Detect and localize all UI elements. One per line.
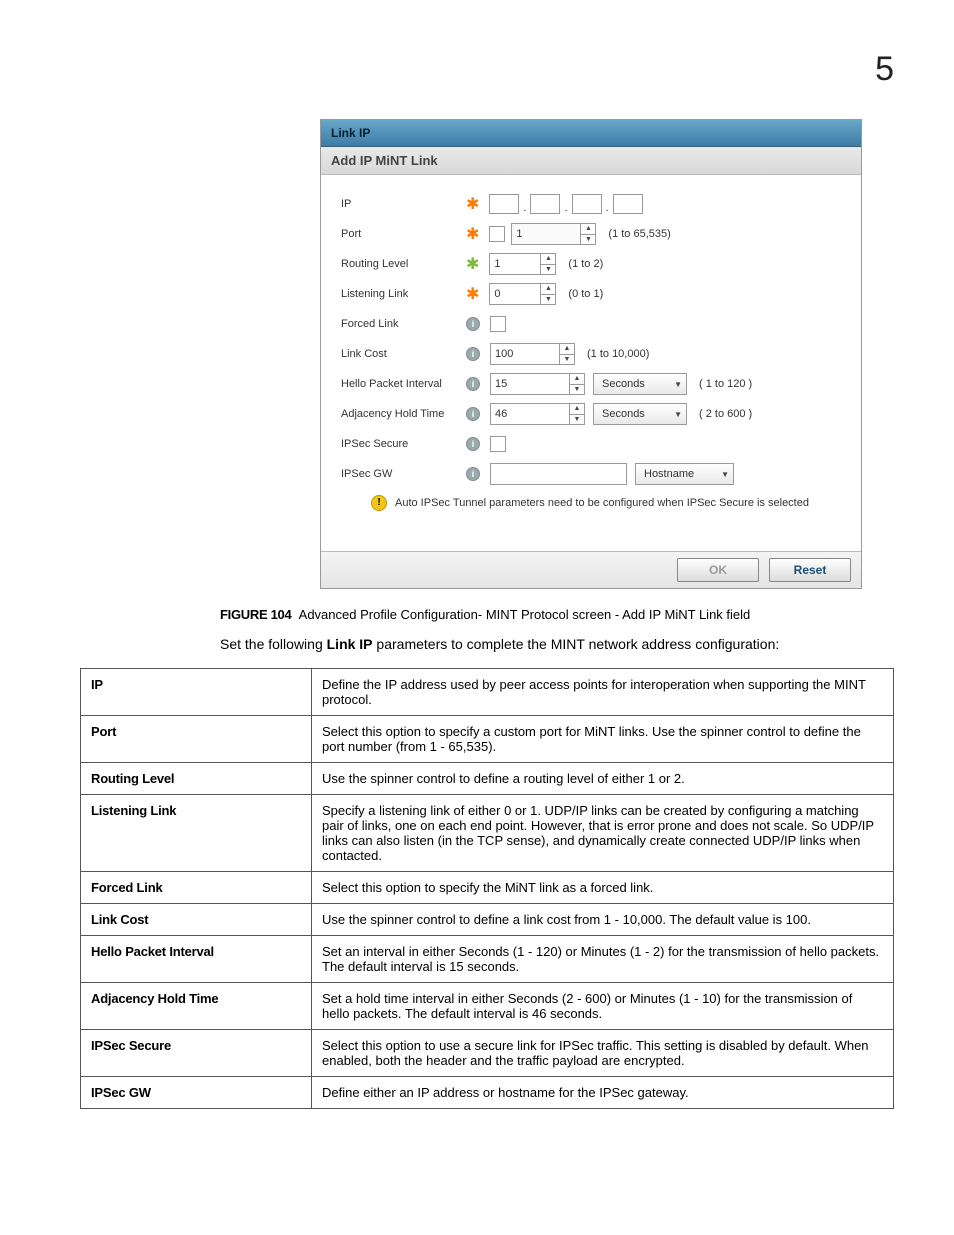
required-icon: ✱: [466, 194, 479, 214]
button-bar: OK Reset: [321, 551, 861, 588]
adj-unit-dropdown[interactable]: Seconds▼: [593, 403, 687, 425]
ipsec-label: IPSec Secure: [341, 438, 466, 450]
param-desc: Define the IP address used by peer acces…: [312, 669, 894, 716]
adj-spinner[interactable]: ▲▼: [490, 403, 585, 425]
port-hint: (1 to 65,535): [608, 228, 670, 240]
table-row: Routing LevelUse the spinner control to …: [81, 763, 894, 795]
dialog-titlebar: Link IP: [321, 120, 861, 147]
forced-checkbox[interactable]: [490, 316, 506, 332]
intro-text: Set the following Link IP parameters to …: [220, 636, 894, 652]
table-row: PortSelect this option to specify a cust…: [81, 716, 894, 763]
table-row: Listening LinkSpecify a listening link o…: [81, 795, 894, 872]
table-row: Forced LinkSelect this option to specify…: [81, 872, 894, 904]
table-row: Adjacency Hold TimeSet a hold time inter…: [81, 983, 894, 1030]
dialog-subtitle: Add IP MiNT Link: [321, 147, 861, 175]
ip-label: IP: [341, 198, 466, 210]
port-spinner[interactable]: ▲▼: [511, 223, 596, 245]
param-name: Adjacency Hold Time: [81, 983, 312, 1030]
reset-button[interactable]: Reset: [769, 558, 851, 582]
info-icon: i: [466, 317, 480, 331]
routing-spinner[interactable]: ▲▼: [489, 253, 556, 275]
linkcost-spinner[interactable]: ▲▼: [490, 343, 575, 365]
adj-label: Adjacency Hold Time: [341, 408, 466, 420]
ipsecgw-input[interactable]: [490, 463, 627, 485]
info-icon: i: [466, 377, 480, 391]
warning-row: ! Auto IPSec Tunnel parameters need to b…: [371, 495, 841, 511]
param-desc: Set a hold time interval in either Secon…: [312, 983, 894, 1030]
figure-caption: FIGURE 104 Advanced Profile Configuratio…: [220, 607, 894, 622]
param-name: Link Cost: [81, 904, 312, 936]
table-row: Link CostUse the spinner control to defi…: [81, 904, 894, 936]
ipsecgw-type-dropdown[interactable]: Hostname▼: [635, 463, 734, 485]
info-icon: i: [466, 437, 480, 451]
param-desc: Select this option to use a secure link …: [312, 1030, 894, 1077]
page-number: 5: [80, 50, 894, 89]
linkcost-hint: (1 to 10,000): [587, 348, 649, 360]
param-desc: Define either an IP address or hostname …: [312, 1077, 894, 1109]
required-icon: ✱: [466, 224, 479, 244]
param-name: Routing Level: [81, 763, 312, 795]
ip-input[interactable]: . . .: [489, 194, 642, 214]
ipsecgw-label: IPSec GW: [341, 468, 466, 480]
hello-hint: ( 1 to 120 ): [699, 378, 752, 390]
param-name: IP: [81, 669, 312, 716]
table-row: IPSec GWDefine either an IP address or h…: [81, 1077, 894, 1109]
param-desc: Use the spinner control to define a rout…: [312, 763, 894, 795]
param-name: Hello Packet Interval: [81, 936, 312, 983]
linkcost-label: Link Cost: [341, 348, 466, 360]
routing-hint: (1 to 2): [568, 258, 603, 270]
param-name: Forced Link: [81, 872, 312, 904]
dialog-screenshot: Link IP Add IP MiNT Link IP ✱ . . . Port…: [320, 119, 862, 589]
port-checkbox[interactable]: [489, 226, 505, 242]
hello-label: Hello Packet Interval: [341, 378, 466, 390]
parameter-table: IPDefine the IP address used by peer acc…: [80, 668, 894, 1109]
param-name: IPSec Secure: [81, 1030, 312, 1077]
info-icon: i: [466, 347, 480, 361]
warning-icon: !: [371, 495, 387, 511]
param-name: Listening Link: [81, 795, 312, 872]
listening-label: Listening Link: [341, 288, 466, 300]
forced-label: Forced Link: [341, 318, 466, 330]
adj-hint: ( 2 to 600 ): [699, 408, 752, 420]
table-row: IPDefine the IP address used by peer acc…: [81, 669, 894, 716]
required-icon: ✱: [466, 284, 479, 304]
listening-hint: (0 to 1): [568, 288, 603, 300]
port-label: Port: [341, 228, 466, 240]
routing-label: Routing Level: [341, 258, 466, 270]
form-body: IP ✱ . . . Port ✱ ▲▼ (1 to 65,535): [321, 175, 861, 551]
table-row: Hello Packet IntervalSet an interval in …: [81, 936, 894, 983]
listening-spinner[interactable]: ▲▼: [489, 283, 556, 305]
param-desc: Select this option to specify the MiNT l…: [312, 872, 894, 904]
param-name: IPSec GW: [81, 1077, 312, 1109]
info-icon: i: [466, 407, 480, 421]
hello-unit-dropdown[interactable]: Seconds▼: [593, 373, 687, 395]
param-desc: Set an interval in either Seconds (1 - 1…: [312, 936, 894, 983]
param-desc: Specify a listening link of either 0 or …: [312, 795, 894, 872]
ok-button[interactable]: OK: [677, 558, 759, 582]
param-desc: Use the spinner control to define a link…: [312, 904, 894, 936]
warning-text: Auto IPSec Tunnel parameters need to be …: [395, 497, 809, 509]
info-icon: i: [466, 467, 480, 481]
hello-spinner[interactable]: ▲▼: [490, 373, 585, 395]
param-name: Port: [81, 716, 312, 763]
param-desc: Select this option to specify a custom p…: [312, 716, 894, 763]
table-row: IPSec SecureSelect this option to use a …: [81, 1030, 894, 1077]
ipsec-checkbox[interactable]: [490, 436, 506, 452]
required-icon: ✱: [466, 254, 479, 274]
